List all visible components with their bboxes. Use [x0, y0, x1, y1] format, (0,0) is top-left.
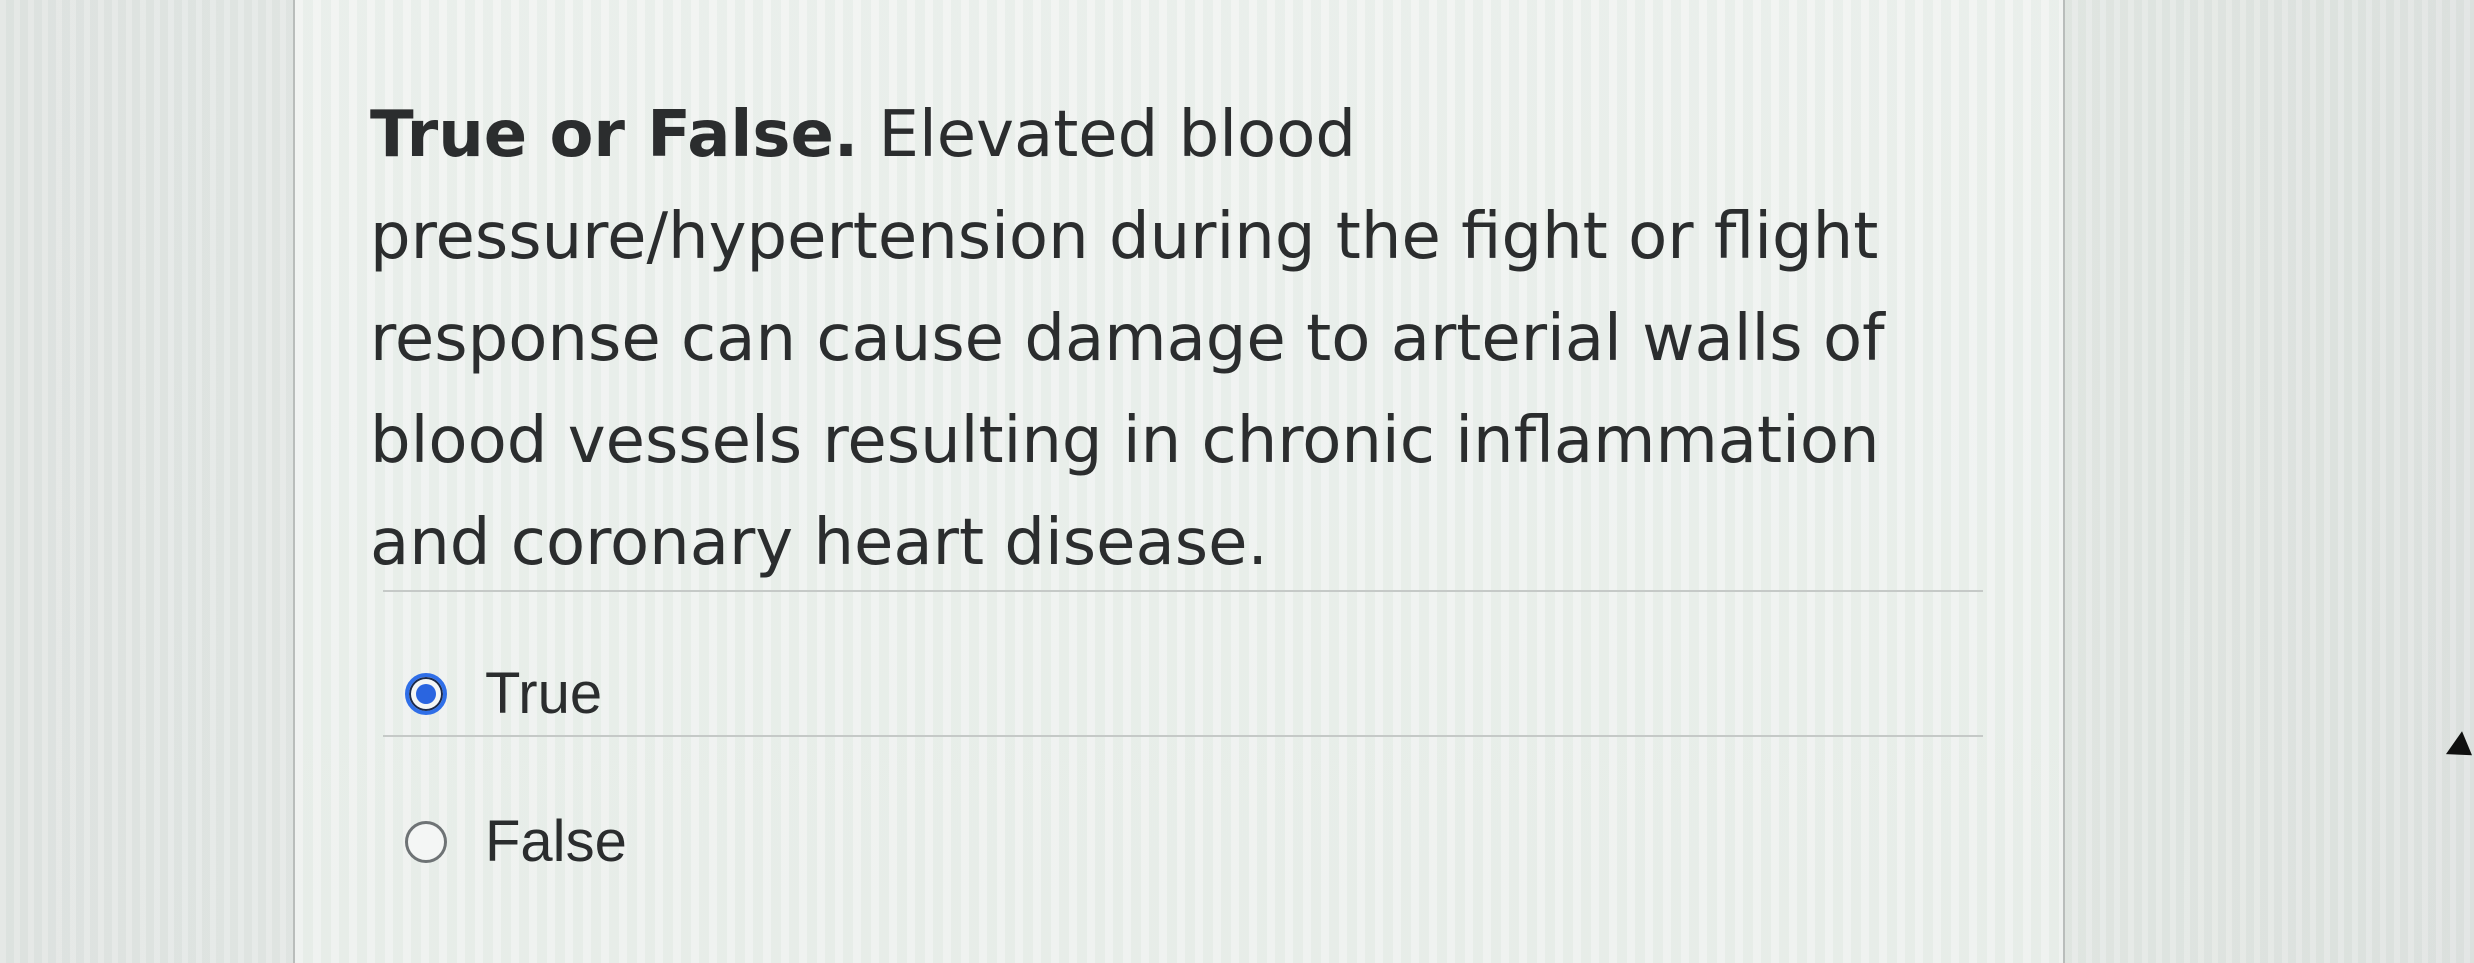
option-false[interactable]: False [405, 808, 627, 875]
option-true-label: True [485, 661, 603, 726]
option-false-label: False [485, 809, 627, 874]
divider-middle [383, 735, 1983, 737]
question-lead: True or False. [370, 98, 859, 172]
radio-unselected-icon[interactable] [405, 820, 447, 863]
screen: True or False. Elevated blood pressure/h… [0, 0, 2474, 963]
option-true[interactable]: True [405, 660, 602, 727]
mouse-cursor-icon [2445, 731, 2474, 767]
radio-selected-icon[interactable] [405, 672, 447, 715]
divider-top [383, 590, 1983, 592]
question-text: True or False. Elevated blood pressure/h… [370, 84, 1990, 594]
